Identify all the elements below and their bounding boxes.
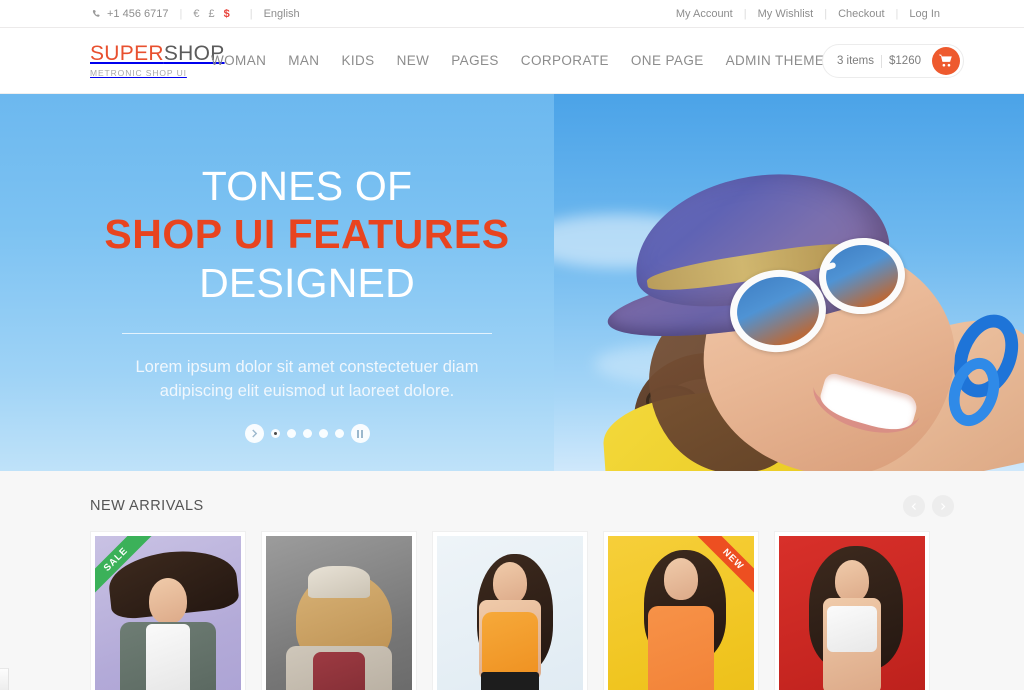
product-card[interactable]: [261, 531, 417, 690]
carousel-prev-button[interactable]: [903, 495, 925, 517]
divider: |: [895, 7, 899, 20]
nav-item-one-page[interactable]: ONE PAGE: [620, 53, 715, 68]
main-navigation: WOMAN MAN KIDS NEW PAGES CORPORATE ONE P…: [200, 47, 881, 74]
logo-super: SUPER: [90, 42, 164, 65]
currency-gbp[interactable]: £: [208, 8, 214, 20]
logo-tagline: METRONIC SHOP UI: [90, 68, 187, 78]
slider-dot-1[interactable]: [270, 429, 280, 438]
model-orange-dress: [648, 606, 714, 690]
product-image: [779, 536, 925, 690]
top-bar: +1 456 6717 | € £ $ | English My Account…: [0, 0, 1024, 28]
top-bar-right: My Account | My Wishlist | Checkout | Lo…: [676, 8, 1024, 20]
section-title: NEW ARRIVALS: [90, 498, 204, 514]
slider-pause-button[interactable]: [350, 424, 370, 443]
phone-icon: [92, 9, 102, 19]
checkout-link[interactable]: Checkout: [838, 8, 884, 20]
divider: |: [743, 7, 747, 20]
slider-dot-4[interactable]: [318, 429, 328, 438]
logo-text: SUPERSHOP: [90, 42, 224, 65]
model-hat: [308, 566, 370, 598]
model-head: [493, 562, 527, 604]
hero-image: [554, 94, 1024, 471]
divider: |: [249, 7, 253, 20]
model-head: [835, 560, 869, 602]
hero-slider: TONES OF SHOP UI FEATURES DESIGNED Lorem…: [0, 94, 1024, 471]
cart-total: $1260: [889, 55, 921, 67]
nav-item-new[interactable]: NEW: [386, 53, 441, 68]
hero-divider: [122, 333, 492, 335]
divider: |: [824, 7, 828, 20]
hero-line-2: SHOP UI FEATURES: [104, 211, 510, 258]
phone-block: +1 456 6717: [92, 8, 168, 20]
scrollbar[interactable]: [0, 668, 9, 690]
cart-item-count: 3 items: [836, 55, 875, 67]
divider: |: [179, 7, 183, 20]
model-top: [146, 624, 190, 690]
product-carousel: SALE NEW: [0, 517, 1024, 690]
cart-widget[interactable]: 3 items $1260: [821, 44, 964, 78]
language-selector[interactable]: English: [264, 8, 300, 20]
hero-headline: TONES OF SHOP UI FEATURES DESIGNED: [104, 162, 509, 307]
product-image: NEW: [608, 536, 754, 690]
hero-content: TONES OF SHOP UI FEATURES DESIGNED Lorem…: [0, 94, 614, 471]
currency-usd[interactable]: $: [224, 8, 230, 20]
slider-dot-2[interactable]: [286, 429, 296, 438]
model-orange-top: [482, 612, 538, 674]
slider-dot-3[interactable]: [302, 429, 312, 438]
nav-item-pages[interactable]: PAGES: [440, 53, 510, 68]
nav-item-woman[interactable]: WOMAN: [200, 53, 277, 68]
new-arrivals-section: NEW ARRIVALS SALE NEW: [0, 471, 1024, 690]
divider: [881, 54, 883, 68]
model-head: [149, 578, 187, 624]
hero-subtitle: Lorem ipsum dolor sit amet constectetuer…: [135, 358, 479, 401]
cart-summary: 3 items $1260: [836, 54, 921, 68]
product-image: [266, 536, 412, 690]
slider-dot-5[interactable]: [334, 429, 344, 438]
model-black-belt: [481, 672, 539, 690]
logo[interactable]: SUPERSHOP METRONIC SHOP UI: [0, 42, 224, 78]
slider-next-button[interactable]: [244, 424, 264, 443]
pause-icon: [357, 429, 363, 438]
phone-number: +1 456 6717: [107, 7, 169, 20]
product-image: [437, 536, 583, 690]
new-arrivals-header: NEW ARRIVALS: [0, 471, 1024, 517]
shopping-cart-icon[interactable]: [932, 47, 960, 75]
product-card[interactable]: [432, 531, 588, 690]
product-card[interactable]: NEW: [603, 531, 759, 690]
carousel-next-button[interactable]: [932, 495, 954, 517]
my-account-link[interactable]: My Account: [676, 8, 733, 20]
nav-item-kids[interactable]: KIDS: [330, 53, 385, 68]
nav-item-corporate[interactable]: CORPORATE: [510, 53, 620, 68]
my-wishlist-link[interactable]: My Wishlist: [758, 8, 814, 20]
hero-line-3: DESIGNED: [199, 259, 415, 306]
login-link[interactable]: Log In: [909, 8, 940, 20]
nav-item-admin-theme[interactable]: ADMIN THEME: [715, 53, 836, 68]
top-bar-left: +1 456 6717 | € £ $ | English: [0, 8, 300, 20]
hero-line-1: TONES OF: [201, 163, 413, 209]
product-image: SALE: [95, 536, 241, 690]
nav-item-man[interactable]: MAN: [277, 53, 330, 68]
slider-controls: [0, 424, 614, 443]
model-white-top: [827, 606, 877, 652]
product-card[interactable]: [774, 531, 930, 690]
page-root: +1 456 6717 | € £ $ | English My Account…: [0, 0, 1024, 690]
product-card[interactable]: SALE: [90, 531, 246, 690]
model-scarf: [313, 652, 365, 690]
carousel-navigation: [903, 495, 954, 517]
site-header: SUPERSHOP METRONIC SHOP UI WOMAN MAN KID…: [0, 28, 1024, 94]
currency-eur[interactable]: €: [193, 8, 199, 20]
model-head: [664, 558, 698, 600]
